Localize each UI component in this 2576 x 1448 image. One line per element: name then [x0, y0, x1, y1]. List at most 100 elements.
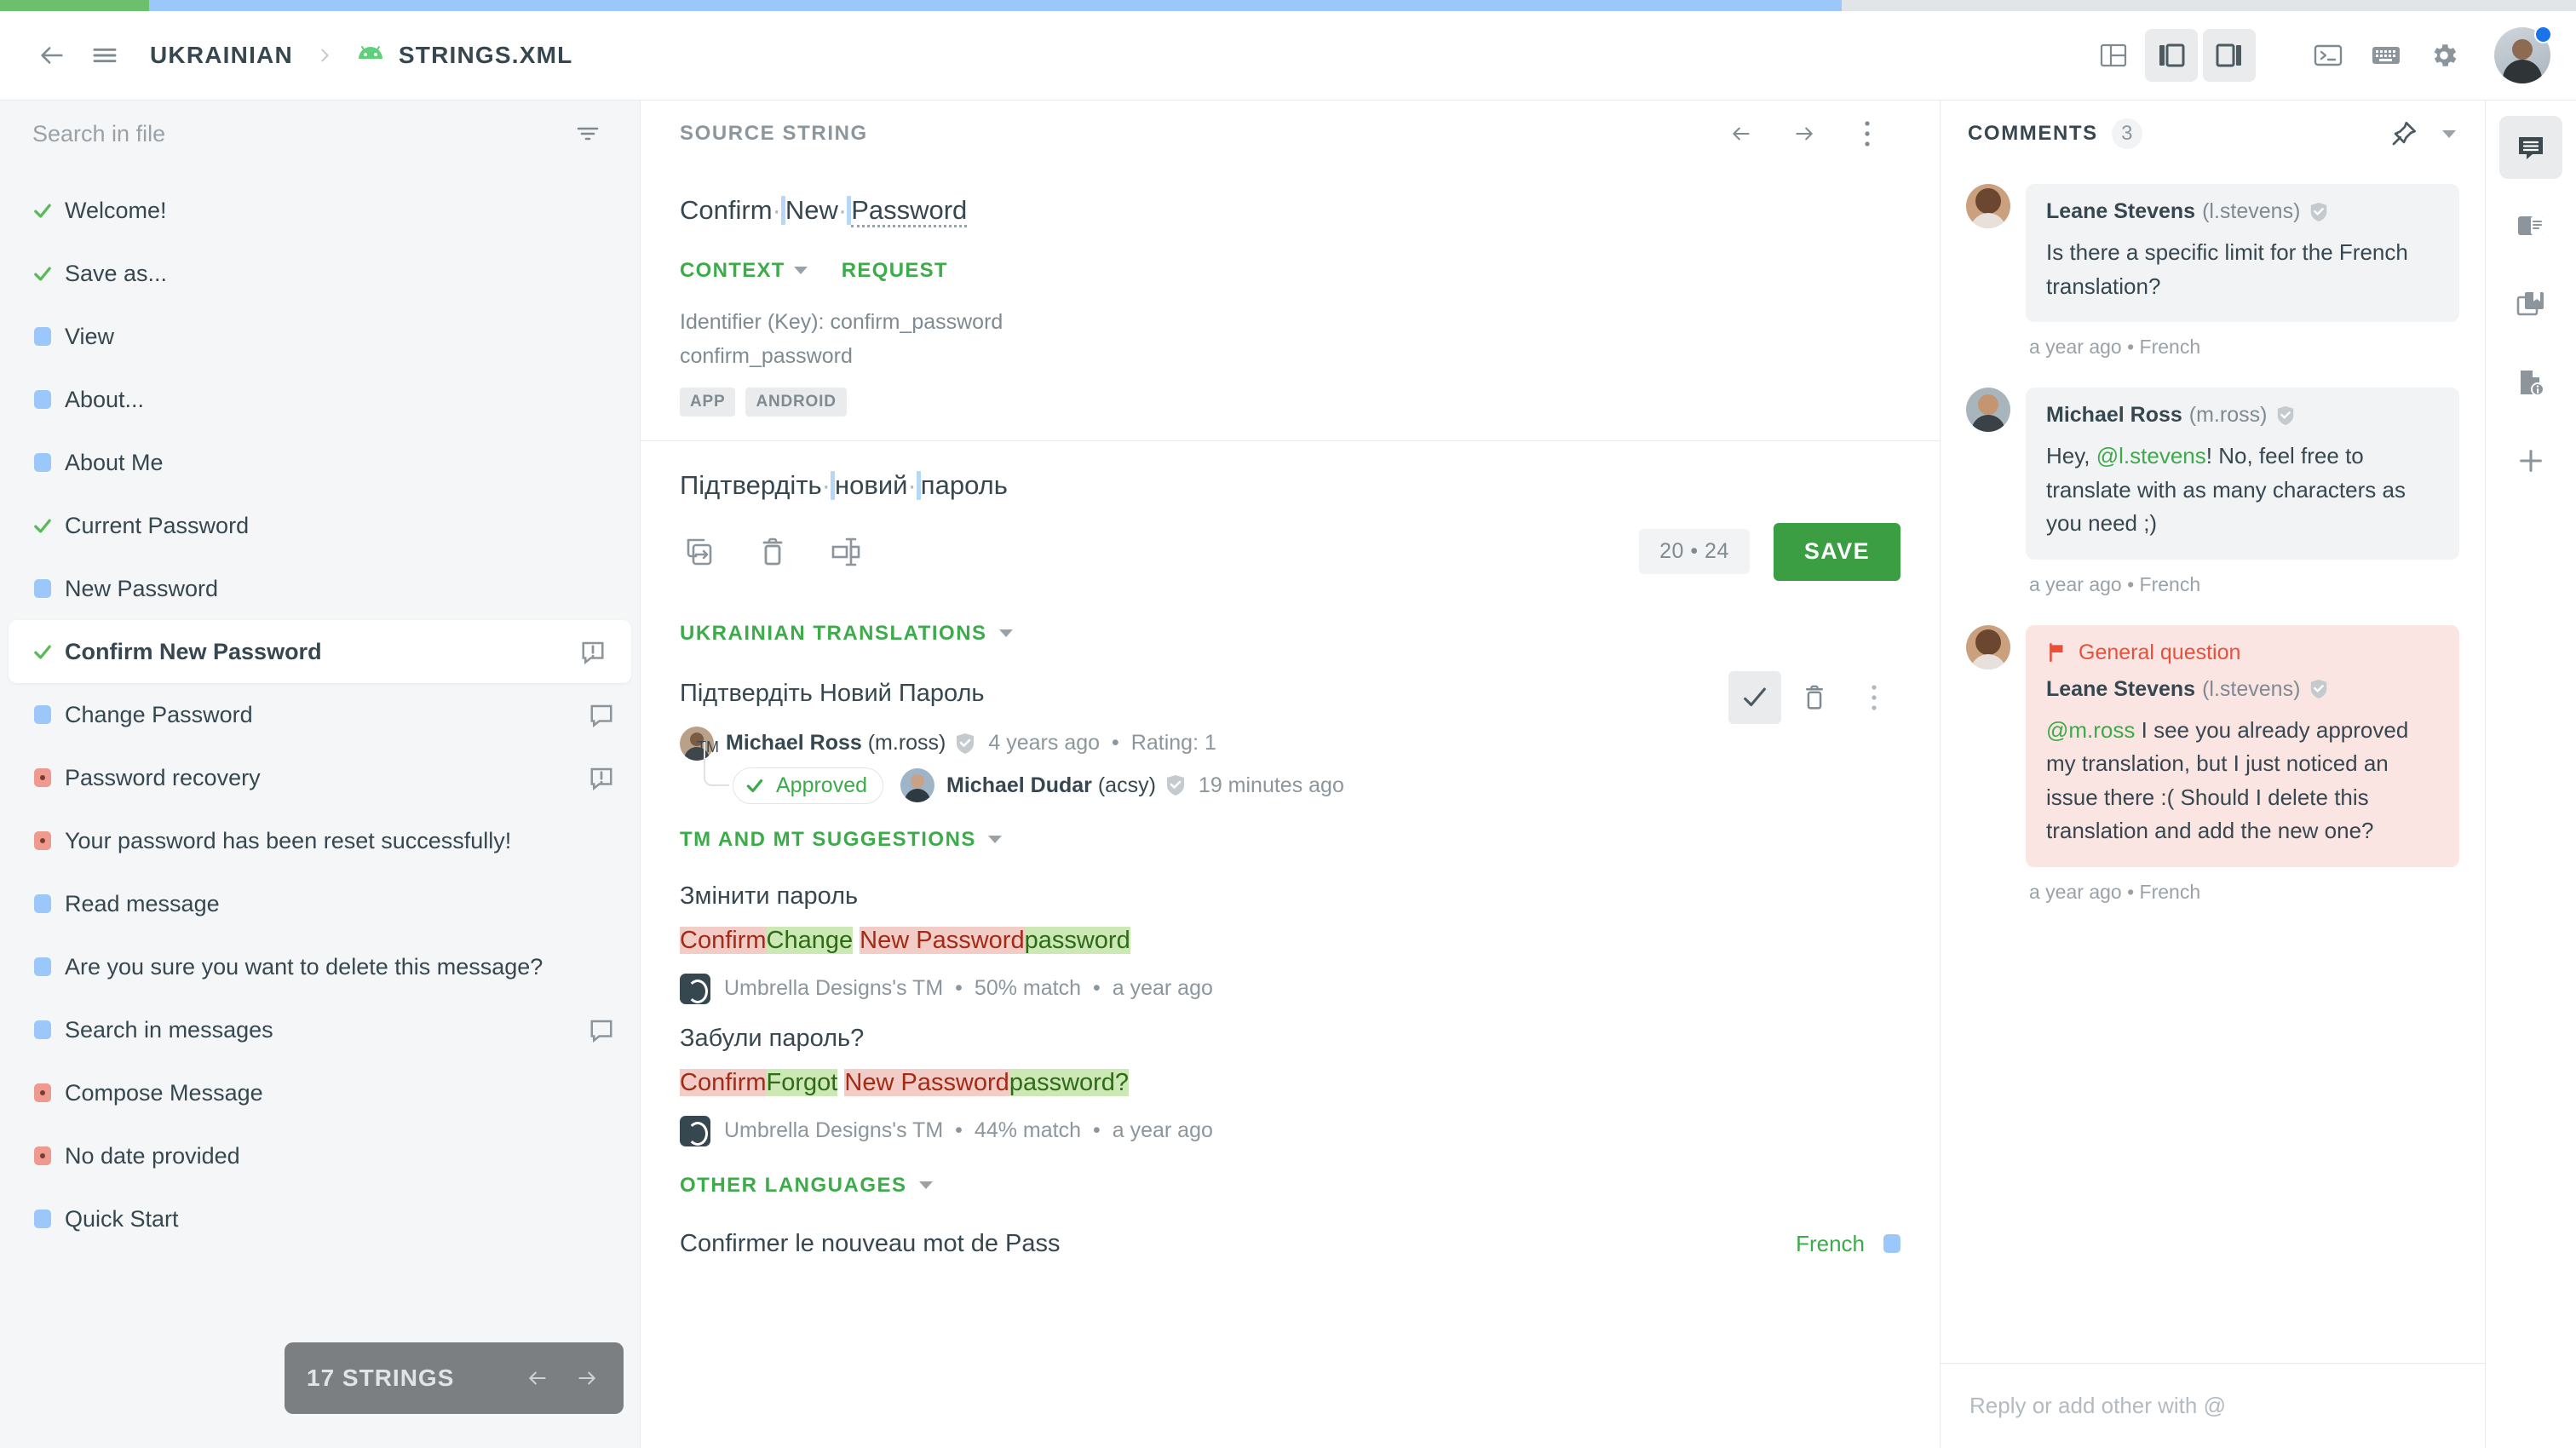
layout-both-panels-button[interactable]	[2087, 29, 2140, 82]
chevron-down-icon[interactable]	[999, 629, 1013, 637]
split-compare-button[interactable]	[826, 532, 865, 572]
terminal-button[interactable]	[2302, 29, 2355, 82]
breadcrumb-file[interactable]: STRINGS.XML	[399, 42, 573, 69]
string-comment-indicator[interactable]	[580, 639, 606, 664]
chevron-down-icon[interactable]	[919, 1181, 933, 1189]
strings-sidebar: Welcome!Save as...ViewAbout...About MeCu…	[0, 101, 641, 1448]
strings-next-button[interactable]	[572, 1367, 601, 1389]
string-list-item[interactable]: Quick Start	[0, 1187, 640, 1250]
string-list-item[interactable]: Welcome!	[0, 179, 640, 242]
save-button[interactable]: SAVE	[1774, 523, 1900, 581]
string-list-item[interactable]: Change Password	[0, 683, 640, 746]
string-comment-indicator[interactable]	[589, 765, 614, 790]
comment-author-username: (m.ross)	[2189, 403, 2268, 428]
string-list-item[interactable]: About...	[0, 368, 640, 431]
translations-section-title[interactable]: UKRAINIAN TRANSLATIONS	[680, 622, 987, 646]
suggestion-target-text: Забули пароль?	[680, 1025, 1900, 1053]
status-square-issue	[34, 1083, 51, 1102]
delete-translation-button[interactable]	[753, 532, 792, 572]
string-list-item[interactable]: Read message	[0, 872, 640, 935]
comment-mention[interactable]: @l.stevens	[2096, 443, 2206, 468]
filter-icon	[575, 124, 601, 144]
suggestion-item[interactable]: Змінити парольConfirmChange New Password…	[641, 871, 1940, 1013]
string-list-item[interactable]: Your password has been reset successfull…	[0, 809, 640, 872]
rail-file-info-button[interactable]	[2499, 351, 2562, 414]
translation-input-text[interactable]: Підтвердіть·новий·пароль	[680, 470, 1900, 501]
translation-entry-text[interactable]: Підтвердіть Новий Пароль	[680, 680, 1900, 708]
status-square-issue	[34, 831, 51, 850]
meta-separator: •	[1112, 731, 1119, 756]
rail-comments-button[interactable]	[2499, 116, 2562, 179]
string-list-item[interactable]: View	[0, 305, 640, 368]
approve-translation-button[interactable]	[1728, 671, 1781, 724]
more-vertical-icon	[1863, 119, 1872, 148]
translation-input-area[interactable]: Підтвердіть·новий·пароль	[641, 441, 1940, 501]
delete-translation-entry-button[interactable]	[1788, 671, 1841, 724]
status-square-translated	[1883, 1234, 1900, 1253]
suggestions-section-title[interactable]: TM AND MT SUGGESTIONS	[680, 828, 976, 852]
approver-name: Michael Dudar	[946, 773, 1092, 797]
other-language-text: Confirmer le nouveau mot de Pass	[680, 1230, 1061, 1258]
tab-context[interactable]: CONTEXT	[680, 259, 808, 283]
string-list-item[interactable]: Current Password	[0, 494, 640, 557]
string-list-item[interactable]: Compose Message	[0, 1061, 640, 1124]
search-input[interactable]	[32, 121, 568, 147]
source-string-more-button[interactable]	[1848, 114, 1887, 153]
translation-rating: Rating: 1	[1131, 731, 1216, 756]
string-list-item[interactable]: No date provided	[0, 1124, 640, 1187]
rail-screenshots-button[interactable]	[2499, 194, 2562, 257]
source-string-header: SOURCE STRING	[641, 101, 1940, 167]
filter-button[interactable]	[568, 117, 607, 151]
comment-avatar	[1966, 625, 2010, 669]
source-string-text[interactable]: Confirm·New·Password	[680, 192, 967, 228]
suggestion-match: 50% match	[975, 976, 1081, 1001]
suggestions-section-header: TM AND MT SUGGESTIONS	[641, 809, 1940, 871]
tab-request[interactable]: REQUEST	[842, 259, 948, 283]
settings-button[interactable]	[2418, 29, 2470, 82]
string-status-icon	[20, 390, 65, 409]
rail-add-button[interactable]	[2499, 429, 2562, 492]
string-list-item[interactable]: Save as...	[0, 242, 640, 305]
translation-entry-more-button[interactable]	[1848, 671, 1900, 724]
rail-glossary-button[interactable]	[2499, 273, 2562, 336]
translation-toolbar-right: 20 • 24 SAVE	[1639, 523, 1900, 581]
layout-right-panel-button[interactable]	[2203, 29, 2256, 82]
string-label: Confirm New Password	[65, 639, 322, 665]
approved-label: Approved	[776, 773, 867, 798]
suggestion-item[interactable]: Забули пароль?ConfirmForgot New Password…	[641, 1013, 1940, 1155]
back-button[interactable]	[26, 29, 78, 82]
prev-string-button[interactable]	[1722, 114, 1761, 153]
other-language-row[interactable]: Confirmer le nouveau mot de PassFrench	[641, 1216, 1940, 1258]
comment-reply-input[interactable]	[1969, 1393, 2456, 1419]
string-comment-indicator[interactable]	[589, 1017, 614, 1043]
comments-list: Leane Stevens(l.stevens)Is there a speci…	[1941, 167, 2485, 1363]
string-list-item[interactable]: Confirm New Password	[9, 620, 631, 683]
diff-removed: Confirm	[680, 927, 767, 954]
comments-collapse-chevron-icon[interactable]	[2442, 130, 2456, 138]
layout-left-panel-button[interactable]	[2145, 29, 2198, 82]
breadcrumb-language[interactable]: UKRAINIAN	[150, 42, 293, 69]
menu-button[interactable]	[78, 29, 131, 82]
source-string-body: Confirm·New·Password CONTEXT REQUEST Ide…	[641, 167, 1940, 417]
comment-mention[interactable]: @m.ross	[2046, 717, 2135, 743]
other-languages-section-title[interactable]: OTHER LANGUAGES	[680, 1174, 907, 1198]
string-list-item[interactable]: About Me	[0, 431, 640, 494]
comment-avatar	[1966, 388, 2010, 432]
chevron-down-icon[interactable]	[988, 836, 1002, 843]
string-list-item[interactable]: Search in messages	[0, 998, 640, 1061]
pin-comments-button[interactable]	[2384, 114, 2424, 153]
keyboard-shortcuts-button[interactable]	[2360, 29, 2412, 82]
string-list-item[interactable]: New Password	[0, 557, 640, 620]
string-status-icon	[20, 579, 65, 598]
tm-source-icon	[680, 1116, 710, 1146]
string-list-item[interactable]: Password recovery	[0, 746, 640, 809]
next-string-button[interactable]	[1785, 114, 1824, 153]
strings-prev-button[interactable]	[523, 1367, 552, 1389]
user-avatar-button[interactable]	[2494, 27, 2550, 83]
pin-icon	[2389, 119, 2418, 148]
copy-source-button[interactable]	[680, 532, 719, 572]
string-list-item[interactable]: Are you sure you want to delete this mes…	[0, 935, 640, 998]
string-comment-indicator[interactable]	[589, 702, 614, 727]
translation-toolbar-icons	[680, 532, 865, 572]
string-status-icon	[20, 1146, 65, 1165]
